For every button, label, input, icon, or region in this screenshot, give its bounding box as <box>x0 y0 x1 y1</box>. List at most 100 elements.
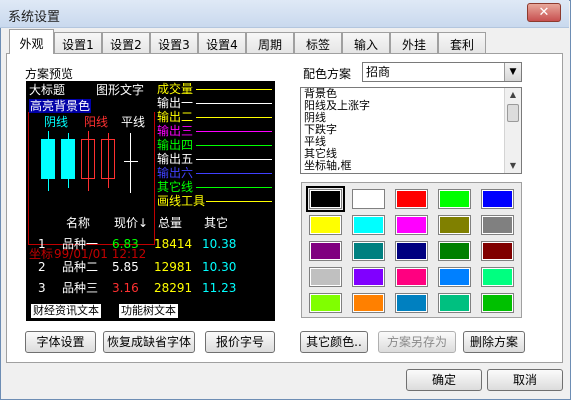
drawing-tool-line <box>206 201 272 202</box>
row-1-index: 1 <box>38 237 46 251</box>
tab-labels[interactable]: 标签 <box>294 32 342 53</box>
color-swatch[interactable] <box>395 189 428 209</box>
close-icon[interactable]: ✕ <box>527 3 561 22</box>
tab-plugin[interactable]: 外挂 <box>390 32 438 53</box>
output-5-line <box>196 159 272 160</box>
tab-settings-3[interactable]: 设置3 <box>150 32 198 53</box>
color-swatch[interactable] <box>309 215 342 235</box>
tab-settings-2[interactable]: 设置2 <box>102 32 150 53</box>
row-2-index: 2 <box>38 260 46 274</box>
chevron-down-icon[interactable]: ▼ <box>504 63 521 81</box>
volume-line <box>196 89 272 90</box>
list-scrollbar[interactable]: ▲ ▼ <box>504 88 521 173</box>
color-swatch[interactable] <box>395 215 428 235</box>
color-swatch[interactable] <box>395 241 428 261</box>
preview-highlight-bg: 高亮背景色 <box>29 99 92 113</box>
row-3-index: 3 <box>38 281 46 295</box>
color-swatch[interactable] <box>438 293 471 313</box>
output-2-line <box>196 117 272 118</box>
news-text-tag: 财经资讯文本 <box>31 304 101 318</box>
cancel-button[interactable]: 取消 <box>487 369 563 391</box>
yin-candle <box>41 139 55 179</box>
row-3-price: 3.16 <box>112 281 139 295</box>
preview-volume-label: 成交量 <box>157 82 194 96</box>
tab-appearance[interactable]: 外观 <box>9 29 54 54</box>
tab-settings-4[interactable]: 设置4 <box>198 32 246 53</box>
function-tree-tag: 功能树文本 <box>119 304 178 318</box>
font-settings-button[interactable]: 字体设置 <box>25 331 96 353</box>
row-1-price: 6.83 <box>112 237 139 251</box>
scroll-up-icon[interactable]: ▲ <box>505 88 521 102</box>
preview-other-line-label: 其它线 <box>157 180 194 194</box>
color-swatch[interactable] <box>481 241 514 261</box>
preview-label: 方案预览 <box>25 67 74 81</box>
color-swatch[interactable] <box>481 267 514 287</box>
color-swatch[interactable] <box>481 293 514 313</box>
color-swatch[interactable] <box>481 189 514 209</box>
yin-candle <box>61 139 75 179</box>
list-item[interactable]: 坐标轴,框 <box>301 160 521 172</box>
other-color-button[interactable]: 其它颜色.. <box>300 331 368 353</box>
scroll-thumb[interactable] <box>507 104 519 122</box>
row-1-other: 10.38 <box>202 237 237 251</box>
quote-font-size-button[interactable]: 报价字号 <box>205 331 275 353</box>
output-1-line <box>196 103 272 104</box>
save-scheme-as-button[interactable]: 方案另存为 <box>378 331 456 353</box>
color-swatch[interactable] <box>309 241 342 261</box>
scroll-down-icon[interactable]: ▼ <box>505 159 521 173</box>
scheme-preview: 大标题 图形文字 高亮背景色 阴线 阳线 平线 坐标 99/01/01 12:1… <box>26 81 275 321</box>
color-scheme-select[interactable]: 招商 <box>362 62 522 82</box>
tab-settings-1[interactable]: 设置1 <box>54 32 102 53</box>
ok-button[interactable]: 确定 <box>406 369 482 391</box>
row-3-other: 11.23 <box>202 281 237 295</box>
restore-default-font-button[interactable]: 恢复成缺省字体 <box>103 331 195 353</box>
color-swatch[interactable] <box>309 267 342 287</box>
color-swatch[interactable] <box>395 267 428 287</box>
color-swatch[interactable] <box>438 241 471 261</box>
color-palette <box>301 182 522 318</box>
row-2-name: 品种二 <box>62 260 99 274</box>
color-swatch[interactable] <box>481 215 514 235</box>
axis-frame-right <box>154 112 155 245</box>
row-2-volume: 12981 <box>154 260 193 274</box>
output-4-line <box>196 145 272 146</box>
tab-period[interactable]: 周期 <box>246 32 294 53</box>
row-1-name: 品种一 <box>62 237 99 251</box>
color-swatch[interactable] <box>395 293 428 313</box>
output-3-line <box>196 131 272 132</box>
preview-output-6-label: 输出六 <box>157 166 194 180</box>
flat-line-wick <box>130 133 131 193</box>
preview-yin-label: 阴线 <box>44 115 69 129</box>
tab-arbitrage[interactable]: 套利 <box>438 32 486 53</box>
tab-input[interactable]: 输入 <box>342 32 390 53</box>
color-swatch[interactable] <box>352 293 385 313</box>
axis-frame-left <box>28 112 29 245</box>
row-1-volume: 18414 <box>154 237 193 251</box>
color-swatch[interactable] <box>352 267 385 287</box>
preview-yang-label: 阳线 <box>84 115 109 129</box>
preview-drawing-tool-label: 画线工具 <box>157 194 206 208</box>
color-swatch[interactable] <box>352 189 385 209</box>
color-swatch[interactable] <box>352 215 385 235</box>
color-swatch[interactable] <box>309 293 342 313</box>
delete-scheme-button[interactable]: 删除方案 <box>463 331 525 353</box>
color-swatch[interactable] <box>438 267 471 287</box>
color-swatch[interactable] <box>306 186 345 212</box>
color-item-list[interactable]: 背景色 阳线及上涨字 阴线 下跌字 平线 其它线 坐标轴,框 <box>300 87 522 174</box>
row-3-volume: 28291 <box>154 281 193 295</box>
flat-line-bar <box>124 161 138 162</box>
list-item[interactable]: 下跌字 <box>301 124 521 136</box>
preview-ping-label: 平线 <box>121 115 146 129</box>
color-scheme-value: 招商 <box>366 65 391 79</box>
color-swatch[interactable] <box>438 215 471 235</box>
color-swatch[interactable] <box>352 241 385 261</box>
col-header-other: 其它 <box>204 216 229 230</box>
color-swatch[interactable] <box>438 189 471 209</box>
col-header-name: 名称 <box>66 216 91 230</box>
list-item[interactable]: 阳线及上涨字 <box>301 100 521 112</box>
title-bar[interactable]: 系统设置 ✕ <box>0 0 569 28</box>
preview-big-title: 大标题 <box>29 83 66 97</box>
row-2-other: 10.30 <box>202 260 237 274</box>
color-scheme-label: 配色方案 <box>303 67 352 81</box>
window-title: 系统设置 <box>8 10 61 25</box>
